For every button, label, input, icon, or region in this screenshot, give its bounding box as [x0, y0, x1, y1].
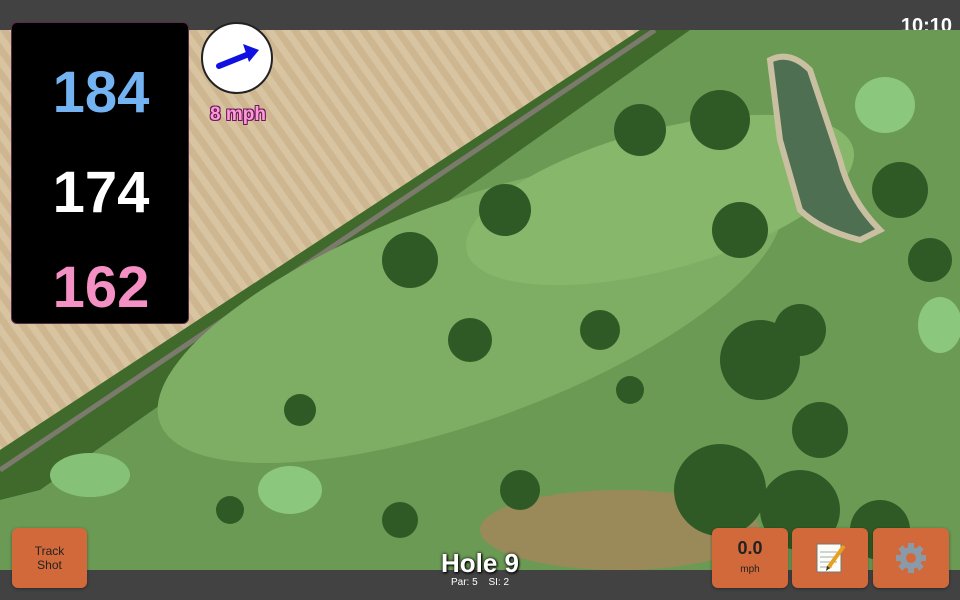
track-shot-label-line2: Shot	[37, 558, 62, 572]
track-shot-button[interactable]: Track Shot	[12, 528, 87, 588]
stroke-index-label: SI: 2	[488, 577, 510, 588]
par-label: Par: 5	[450, 577, 478, 588]
gear-icon	[896, 543, 926, 573]
wind-speed-button[interactable]: 0.0 mph	[712, 528, 788, 588]
wind-speed-label: 8 mph	[210, 104, 266, 125]
wind-speed-value: 0.0	[737, 538, 763, 558]
front-yardage: 162	[52, 255, 150, 320]
middle-yardage: 174	[52, 160, 150, 225]
wind-indicator	[201, 22, 273, 94]
arrow-right-icon	[216, 44, 259, 69]
settings-button[interactable]	[873, 528, 949, 588]
track-shot-label: Track Shot	[12, 544, 87, 572]
wind-speed-unit: mph	[740, 564, 760, 575]
track-shot-label-line1: Track	[34, 544, 65, 558]
hole-title: Hole 9	[440, 548, 520, 578]
notes-button[interactable]	[792, 528, 868, 588]
back-yardage: 184	[52, 60, 150, 125]
hole-details: Par: 5 SI: 2	[380, 577, 580, 588]
notepad-icon	[816, 543, 846, 573]
yardage-panel: 184 174 162	[11, 22, 189, 324]
